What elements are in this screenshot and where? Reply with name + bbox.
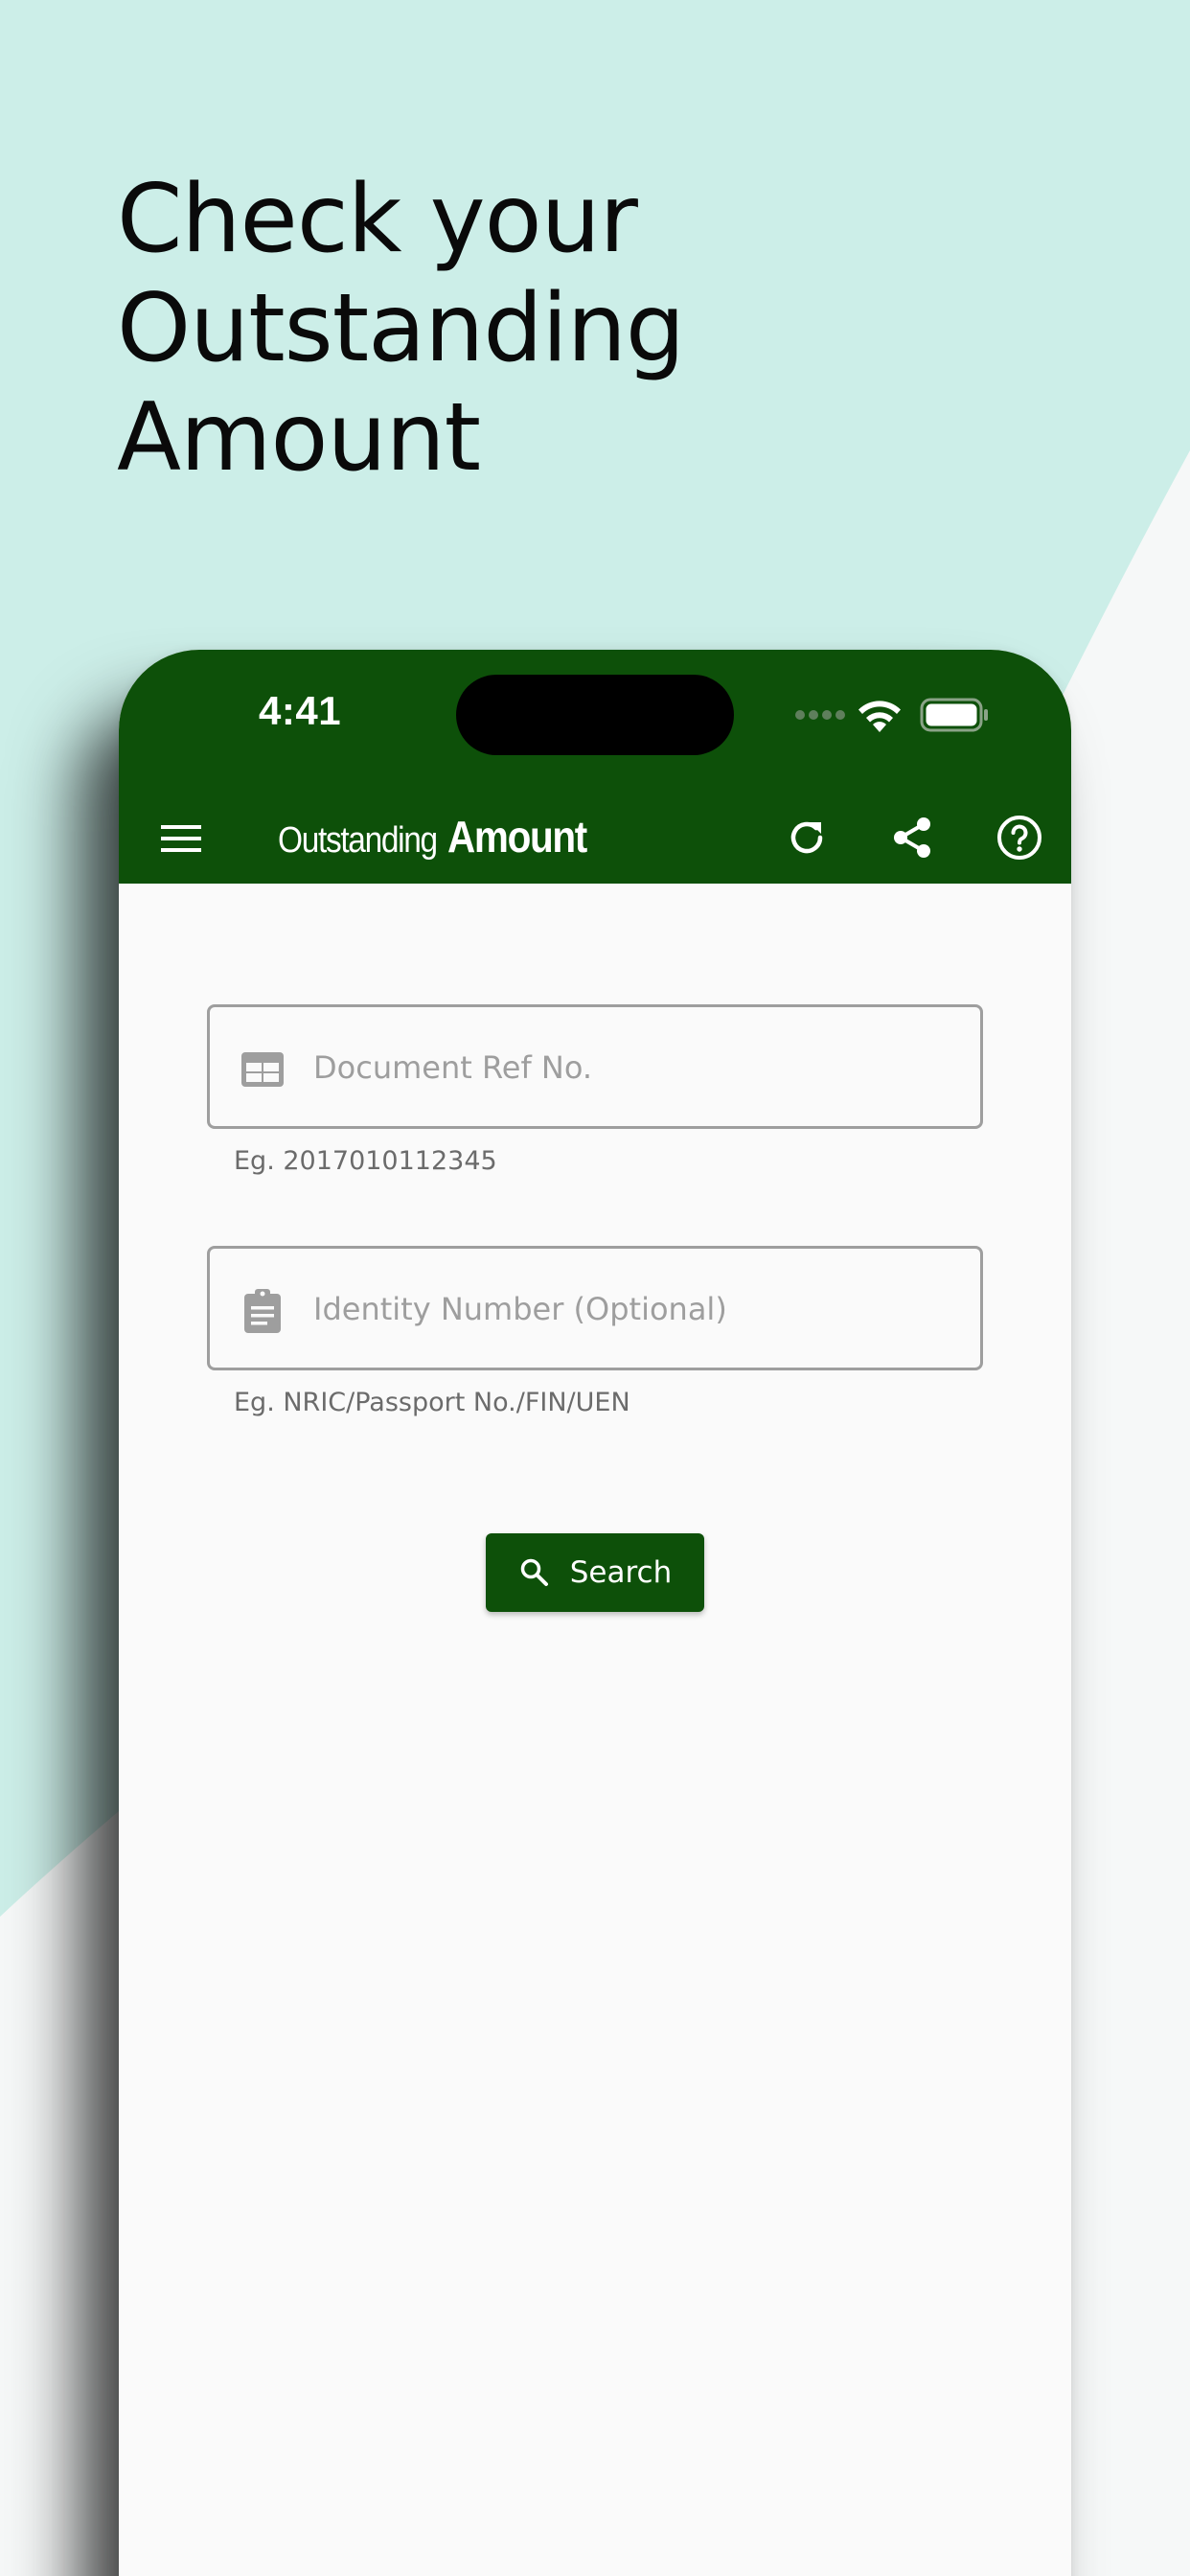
cellular-signal-icon [795,710,845,720]
headline-line-3: Amount [117,383,481,493]
phone-frame: 4:41 Outstanding Amount Document Ref No.… [119,650,1071,2576]
battery-icon [920,698,988,732]
page-title: Outstanding Amount [278,811,606,862]
refresh-button[interactable] [782,813,832,862]
identity-number-helper: Eg. NRIC/Passport No./FIN/UEN [234,1388,630,1417]
status-bar: 4:41 [119,650,1071,794]
search-icon [520,1558,548,1586]
headline: Check your Outstanding Amount [117,165,979,493]
headline-line-1: Check your [117,165,638,274]
wifi-icon [858,701,901,732]
dynamic-island [456,675,734,755]
document-card-icon [241,1052,284,1087]
share-button[interactable] [887,813,937,862]
refresh-icon [790,821,823,854]
menu-button[interactable] [157,815,205,862]
identity-number-input[interactable] [313,1277,965,1341]
page-title-light: Outstanding [278,820,438,861]
headline-line-2: Outstanding [117,274,685,383]
document-ref-input[interactable] [313,1036,965,1099]
help-button[interactable] [995,813,1044,862]
search-button[interactable]: Search [486,1533,704,1612]
app-bar: Outstanding Amount [119,794,1071,884]
identity-number-field[interactable] [207,1246,983,1370]
help-icon [997,816,1041,860]
document-ref-field[interactable] [207,1004,983,1129]
clipboard-icon [244,1289,281,1333]
status-time: 4:41 [259,688,342,733]
page-title-bold: Amount [446,812,587,862]
search-button-label: Search [569,1555,673,1590]
menu-icon [161,825,201,852]
document-ref-helper: Eg. 2017010112345 [234,1146,497,1176]
share-icon [894,817,930,858]
